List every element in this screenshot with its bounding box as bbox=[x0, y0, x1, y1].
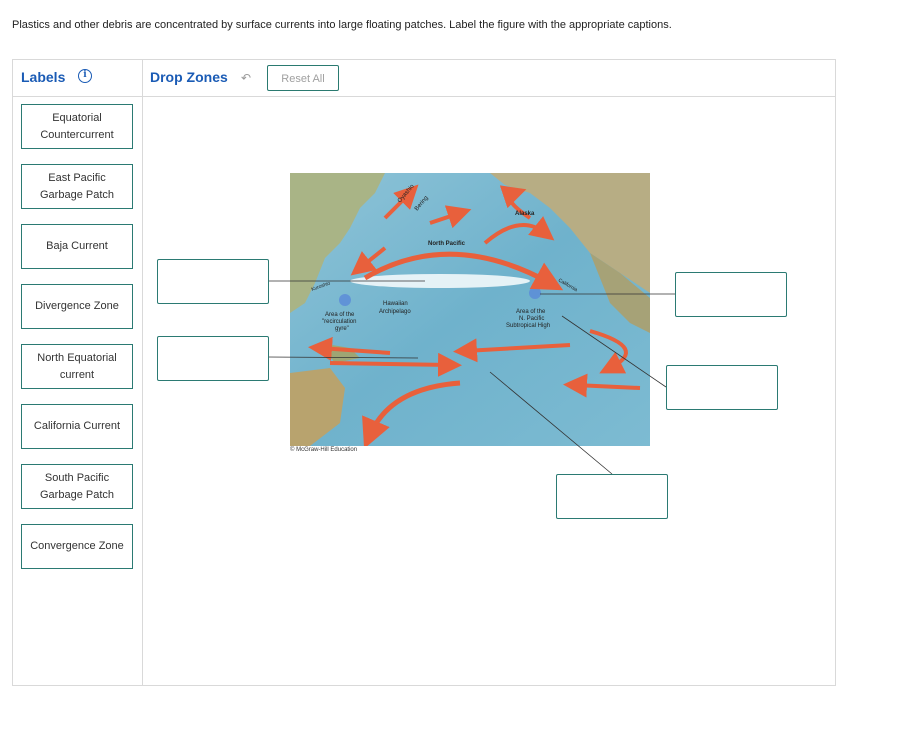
question-prompt: Plastics and other debris are concentrat… bbox=[12, 19, 672, 31]
label-chip-equatorial-countercurrent[interactable]: Equatorial Countercurrent bbox=[21, 104, 133, 149]
map-credit: © McGraw-Hill Education bbox=[290, 447, 358, 453]
label-chip-california-current[interactable]: California Current bbox=[21, 404, 133, 449]
map-label-recirc-2: "recirculation bbox=[322, 319, 356, 325]
map-label-alaska: Alaska bbox=[515, 211, 535, 217]
map-label-high-1: Area of the bbox=[516, 309, 546, 315]
label-chip-north-equatorial-current[interactable]: North Equatorial current bbox=[21, 344, 133, 389]
map-label-high-2: N. Pacific bbox=[519, 316, 544, 322]
label-chip-east-pacific-garbage-patch[interactable]: East Pacific Garbage Patch bbox=[21, 164, 133, 209]
reset-all-button[interactable]: Reset All bbox=[267, 65, 339, 91]
drop-zone-5[interactable] bbox=[556, 474, 668, 519]
map-label-recirc-1: Area of the bbox=[325, 312, 355, 318]
drop-zones-title: Drop Zones bbox=[150, 69, 228, 85]
label-chip-south-pacific-garbage-patch[interactable]: South Pacific Garbage Patch bbox=[21, 464, 133, 509]
map-label-recirc-3: gyre" bbox=[335, 326, 349, 332]
panel-header: Labels i Drop Zones ↶ Reset All bbox=[13, 60, 835, 97]
map-label-hawaiian: Hawaiian bbox=[383, 301, 408, 307]
map-label-high-3: Subtropical High bbox=[506, 323, 550, 329]
pacific-currents-map: Oyashio Bering Alaska North Pacific Kuro… bbox=[290, 173, 650, 446]
labels-title: Labels bbox=[21, 69, 66, 85]
map-label-north-pacific: North Pacific bbox=[428, 241, 466, 247]
drop-zone-4[interactable] bbox=[666, 365, 778, 410]
label-chip-baja-current[interactable]: Baja Current bbox=[21, 224, 133, 269]
drop-zone-3[interactable] bbox=[675, 272, 787, 317]
drop-zone-2[interactable] bbox=[157, 336, 269, 381]
label-chip-divergence-zone[interactable]: Divergence Zone bbox=[21, 284, 133, 329]
undo-icon[interactable]: ↶ bbox=[241, 71, 251, 85]
drop-zone-1[interactable] bbox=[157, 259, 269, 304]
label-chip-convergence-zone[interactable]: Convergence Zone bbox=[21, 524, 133, 569]
map-label-archipelago: Archipelago bbox=[379, 309, 411, 315]
info-icon[interactable]: i bbox=[78, 69, 92, 83]
